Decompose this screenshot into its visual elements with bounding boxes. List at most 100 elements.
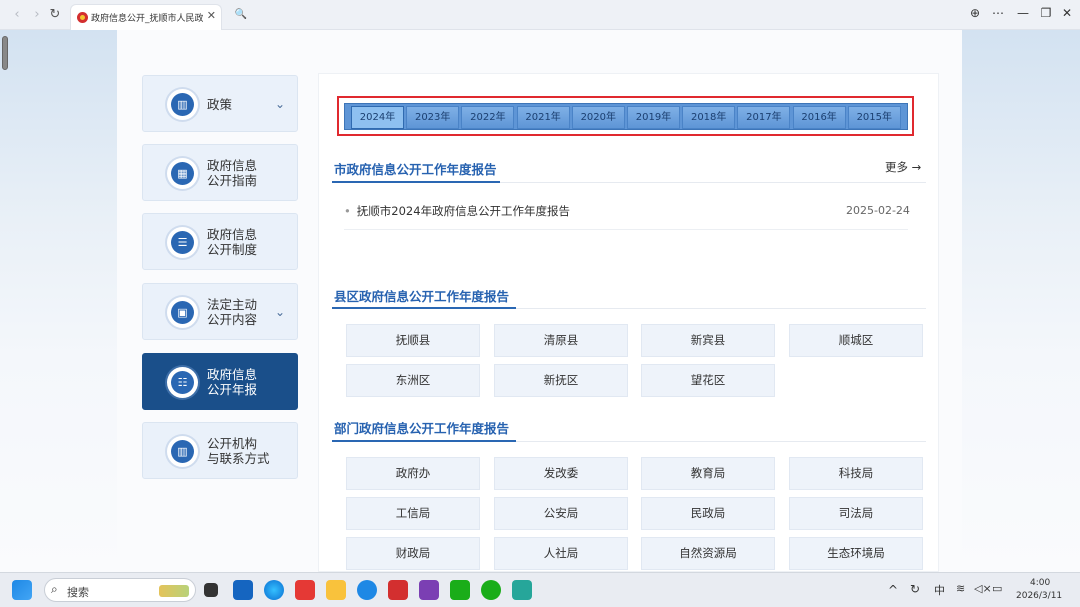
report-title[interactable]: 抚顺市2024年政府信息公开工作年度报告 [357,204,570,218]
onenote-icon[interactable] [419,580,439,600]
taskbar-search[interactable]: ⌕ 搜索 [44,578,196,602]
search-tab-button[interactable]: 🔍 [229,6,253,26]
widgets-icon[interactable] [233,580,253,600]
year-tab[interactable]: 2017年 [737,106,791,129]
wechat-icon[interactable] [481,580,501,600]
section-title-underline [332,181,500,183]
sidebar-icon-wrap: ☷ [167,367,198,398]
report-grid-button[interactable]: 财政局 [346,537,480,570]
sidebar-item[interactable]: ▥ 公开机构 与联系方式 [142,422,298,479]
year-tab[interactable]: 2018年 [682,106,736,129]
sidebar-item-label: 政府信息 公开年报 [207,367,258,397]
dept-report-section-title: 部门政府信息公开工作年度报告 [334,421,510,436]
year-tab[interactable]: 2019年 [627,106,680,129]
browser-tab[interactable]: 政府信息公开_抚顺市人民政府 ✕ [70,4,222,30]
county-report-section-title: 县区政府信息公开工作年度报告 [334,289,510,304]
tab-close-button[interactable]: ✕ [207,9,216,22]
volume-icon[interactable]: ◁× [974,582,992,595]
sidebar-item[interactable]: ☰ 政府信息 公开制度 [142,213,298,270]
year-selector-bar: 2024年 2023年 2022年 2021年 2020年 2019年 2018年 2017年… [344,103,908,130]
year-tab[interactable]: 2021年 [516,106,570,129]
year-tab[interactable]: 2023年 [406,106,460,129]
windows-start-icon[interactable] [12,580,32,600]
report-grid-button[interactable]: 政府办 [346,457,480,490]
year-tab[interactable]: 2024年 [351,106,404,129]
clock-time[interactable]: 4:00 [1030,578,1050,588]
report-grid-button[interactable]: 人社局 [494,537,628,570]
report-grid-button[interactable]: 发改委 [494,457,628,490]
youdao-icon[interactable] [295,580,315,600]
sidebar-icon-wrap: ▣ [167,297,198,328]
globe-icon[interactable]: ⊕ [966,6,984,20]
chevron-down-icon[interactable]: ⌄ [275,305,285,319]
edge-browser-icon[interactable] [264,580,284,600]
sync-icon[interactable]: ↻ [910,582,920,596]
chevron-down-icon[interactable]: ⌄ [275,97,285,111]
forward-button[interactable]: › [28,6,46,24]
report-grid-button[interactable]: 司法局 [789,497,923,530]
report-grid-button[interactable]: 新抚区 [494,364,628,397]
year-tab[interactable]: 2016年 [792,106,846,129]
chevron-up-icon[interactable]: ^ [888,583,898,597]
reload-button[interactable]: ↻ [46,6,64,24]
report-grid-button[interactable]: 抚顺县 [346,324,480,357]
taskbar: ⌕ 搜索 ^ ↻ 中 ≋ ◁× ▭ 4:00 2026/3/11 [0,572,1080,607]
more-link[interactable]: 更多 → [885,159,921,175]
list-icon: ☷ [171,371,194,394]
wps-icon[interactable] [388,580,408,600]
report-grid-button[interactable]: 公安局 [494,497,628,530]
year-tab[interactable]: 2022年 [461,106,515,129]
report-grid-button[interactable]: 民政局 [641,497,775,530]
sidebar-item-label: 政府信息 公开指南 [207,158,258,188]
taskbar-search-placeholder: 搜索 [67,586,89,599]
sidebar-item[interactable]: ▦ 政府信息 公开指南 [142,144,298,201]
close-window-button[interactable]: ✕ [1058,6,1076,20]
year-tab[interactable]: 2015年 [847,106,901,129]
report-grid-button[interactable]: 科技局 [789,457,923,490]
task-view-icon[interactable] [204,583,218,597]
back-button[interactable]: ‹ [8,6,26,24]
wifi-icon[interactable]: ≋ [956,582,965,595]
todo-icon[interactable] [357,580,377,600]
bullet-icon: • [344,204,351,218]
city-report-section-title: 市政府信息公开工作年度报告 [334,162,497,177]
report-grid-button[interactable]: 东洲区 [346,364,480,397]
sidebar-item[interactable]: ☷ 政府信息 公开年报 [142,353,298,410]
scrollbar-thumb[interactable] [2,36,8,70]
building-icon: ▦ [171,162,194,185]
report-grid-button[interactable]: 新宾县 [641,324,775,357]
report-grid-button[interactable]: 生态环境局 [789,537,923,570]
wechat-work-icon[interactable] [450,580,470,600]
report-grid-button[interactable]: 工信局 [346,497,480,530]
book-icon: ▥ [171,93,194,116]
sidebar-item[interactable]: ▣ 法定主动 公开内容 ⌄ [142,283,298,340]
ime-indicator[interactable]: 中 [934,582,945,598]
report-list-item[interactable]: • 抚顺市2024年政府信息公开工作年度报告 [344,203,570,219]
restore-button[interactable]: ❐ [1037,6,1055,20]
monitor-app-icon[interactable] [512,580,532,600]
battery-icon[interactable]: ▭ [992,582,1002,595]
sidebar-icon-wrap: ☰ [167,227,198,258]
report-grid-button[interactable]: 顺城区 [789,324,923,357]
sidebar-item[interactable]: ▥ 政策 ⌄ [142,75,298,132]
clock-date[interactable]: 2026/3/11 [1016,591,1062,601]
year-tab[interactable]: 2020年 [571,106,625,129]
search-icon: ⌕ [51,582,58,596]
sidebar-item-label: 政府信息 公开制度 [207,227,258,257]
more-menu-button[interactable]: ⋯ [989,6,1007,20]
browser-titlebar: ‹ › ↻ 政府信息公开_抚顺市人民政府 ✕ 🔍 ⊕ ⋯ — ❐ ✕ [0,0,1080,30]
tab-title: 政府信息公开_抚顺市人民政府 [91,14,203,24]
search-highlight-icon [159,585,189,597]
sidebar-item-label: 公开机构 与联系方式 [207,436,270,466]
report-grid-button[interactable]: 自然资源局 [641,537,775,570]
sidebar-icon-wrap: ▦ [167,158,198,189]
minimize-button[interactable]: — [1014,6,1032,20]
report-grid-button[interactable]: 望花区 [641,364,775,397]
file-explorer-icon[interactable] [326,580,346,600]
report-grid-button[interactable]: 清原县 [494,324,628,357]
section-title-underline [332,307,516,309]
sidebar-icon-wrap: ▥ [167,89,198,120]
report-date: 2025-02-24 [846,204,910,217]
book-icon: ▥ [171,440,194,463]
report-grid-button[interactable]: 教育局 [641,457,775,490]
